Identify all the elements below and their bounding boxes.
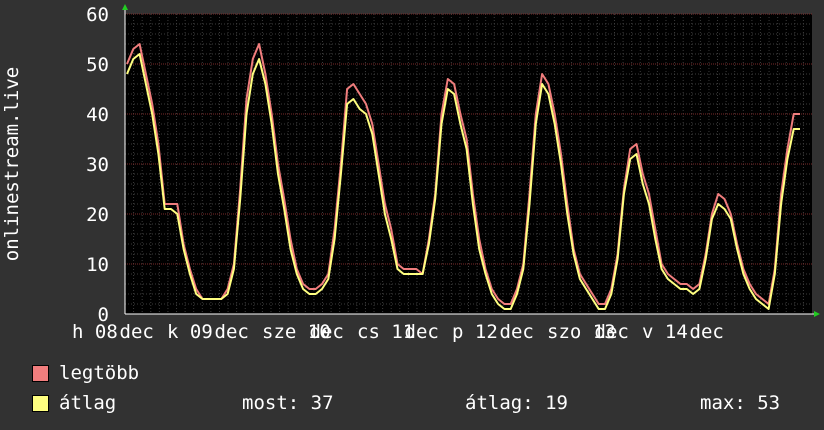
y-tick-label: 10	[86, 254, 109, 276]
chart-root: 0 10 20 30 40 50 60 h 08 dec k 09 dec sze 10 dec cs 1…	[0, 0, 824, 430]
legend-swatch-max	[32, 364, 49, 382]
line-chart: 0102030405060h 08 dec k 09 dec sze 10dec cs 1…	[1, 4, 820, 343]
x-tick-label: p 12	[452, 321, 498, 343]
x-tick-label: v 14	[642, 321, 688, 343]
legend-label-avg: átlag	[59, 392, 117, 414]
x-tick-label: k 09	[167, 321, 213, 343]
y-tick-label: 60	[86, 4, 109, 26]
stat-maximum: max: 53	[700, 392, 781, 414]
y-tick-label: 30	[86, 154, 109, 176]
x-tick-label: h 08	[72, 321, 118, 343]
y-tick-label: 40	[86, 104, 109, 126]
legend-item-max: legtöbb	[32, 362, 139, 384]
stat-current: most: 37	[242, 392, 334, 414]
x-tick-label: dec	[120, 321, 154, 343]
y-axis-arrow	[122, 4, 128, 10]
y-tick-label: 50	[86, 54, 109, 76]
x-tick-label: dec	[215, 321, 249, 343]
y-axis-title: onlinestream.live	[1, 67, 23, 261]
legend-swatch-avg	[32, 394, 49, 412]
x-tick-label: dec	[405, 321, 439, 343]
stat-average: átlag: 19	[465, 392, 568, 414]
x-tick-label: dec	[690, 321, 724, 343]
x-axis-arrow	[814, 311, 820, 317]
x-tick-label: dec	[595, 321, 629, 343]
x-tick-label: dec	[310, 321, 344, 343]
legend-label-max: legtöbb	[59, 362, 140, 384]
x-tick-label: dec	[500, 321, 534, 343]
legend-item-avg: átlag	[32, 392, 116, 414]
y-tick-label: 20	[86, 204, 109, 226]
